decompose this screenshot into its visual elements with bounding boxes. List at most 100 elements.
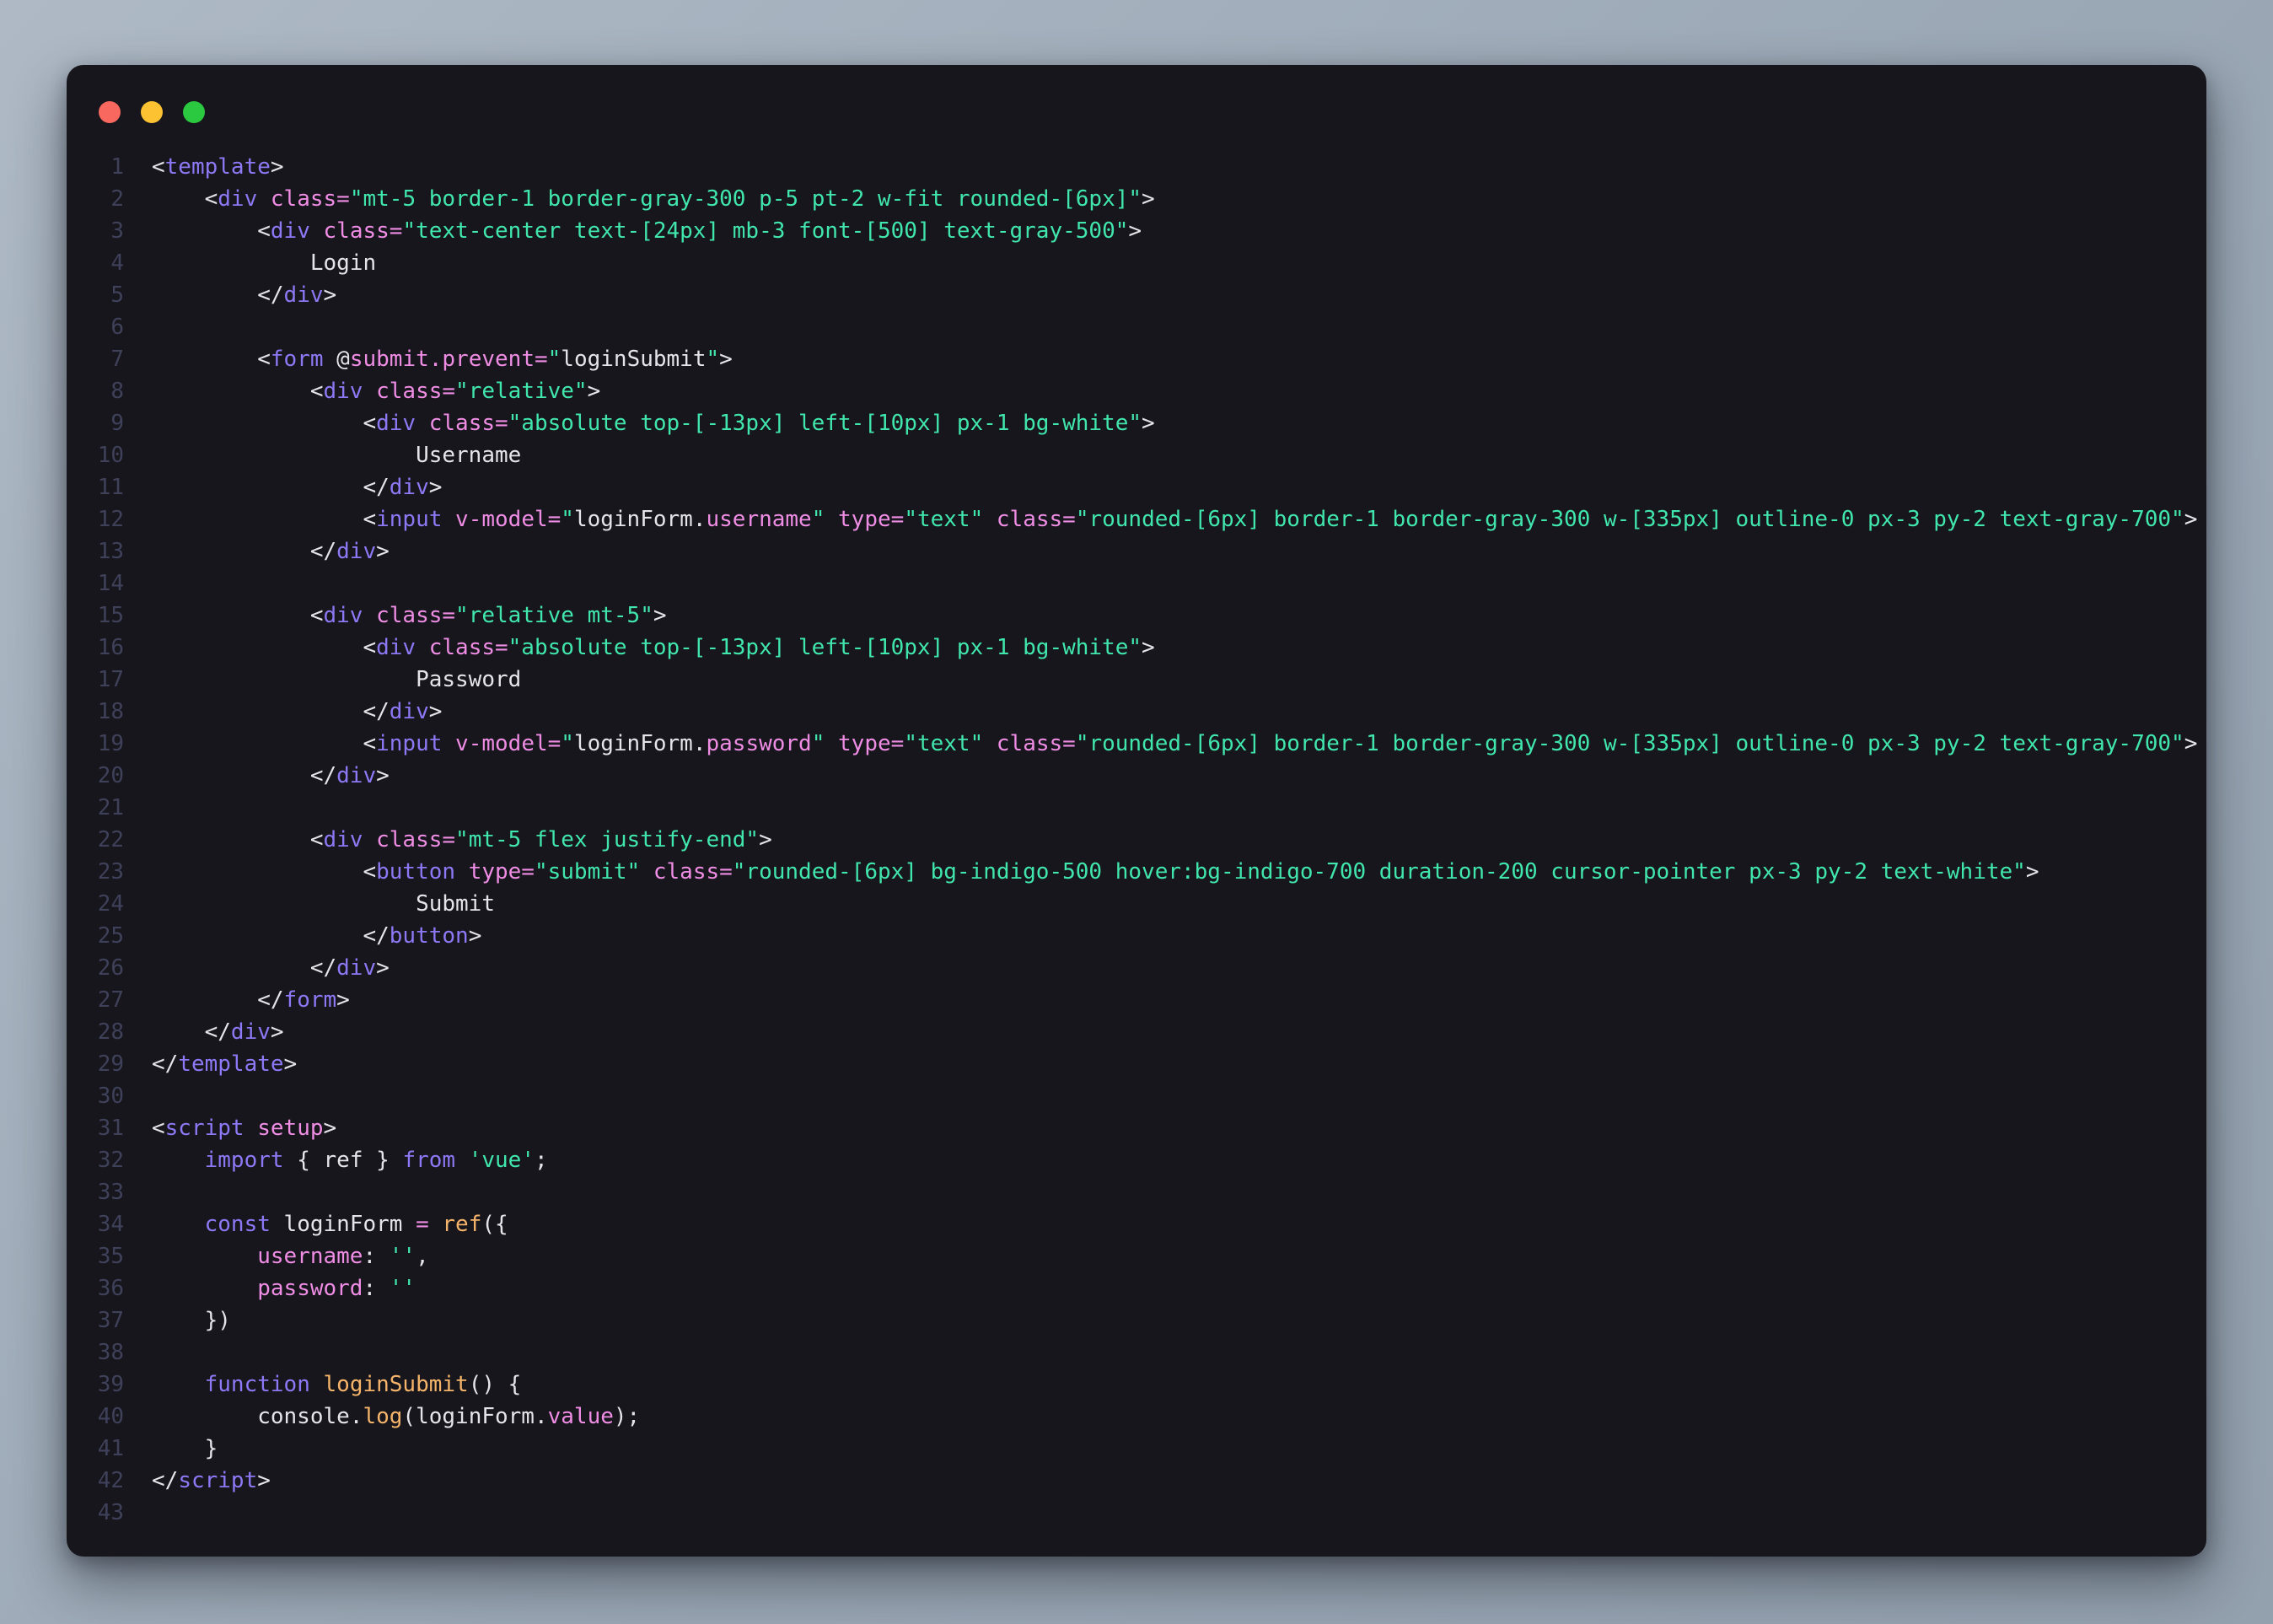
code-token bbox=[455, 859, 469, 885]
code-token: > bbox=[271, 154, 284, 180]
line-number: 24 bbox=[67, 888, 124, 920]
code-token: < bbox=[152, 635, 376, 660]
code-token bbox=[363, 603, 376, 628]
code-token bbox=[363, 827, 376, 852]
code-token: class= bbox=[429, 411, 508, 436]
close-button[interactable] bbox=[99, 101, 121, 123]
code-token: ); bbox=[614, 1404, 640, 1429]
code-line: 43 bbox=[67, 1497, 2206, 1529]
code-editor[interactable]: 1<template>2 <div class="mt-5 border-1 b… bbox=[67, 151, 2206, 1557]
code-token bbox=[429, 1212, 443, 1237]
code-token: input bbox=[376, 731, 442, 756]
code-line: 8 <div class="relative"> bbox=[67, 375, 2206, 407]
code-line: 9 <div class="absolute top-[-13px] left-… bbox=[67, 407, 2206, 439]
code-token: </ bbox=[152, 1468, 178, 1493]
code-token: > bbox=[376, 539, 390, 564]
code-text: <script setup> bbox=[152, 1112, 336, 1144]
code-text: Login bbox=[152, 247, 376, 279]
code-line: 16 <div class="absolute top-[-13px] left… bbox=[67, 632, 2206, 664]
code-text: password: '' bbox=[152, 1272, 416, 1304]
code-token bbox=[416, 635, 429, 660]
code-line: 18 </div> bbox=[67, 696, 2206, 728]
code-token: loginForm. bbox=[574, 731, 707, 756]
line-number: 21 bbox=[67, 792, 124, 824]
code-token: , bbox=[416, 1244, 429, 1269]
code-line: 34 const loginForm = ref({ bbox=[67, 1208, 2206, 1240]
code-token: > bbox=[376, 763, 390, 788]
code-token: }) bbox=[152, 1308, 231, 1333]
code-text: import { ref } from 'vue'; bbox=[152, 1144, 548, 1176]
code-token: "mt-5 flex justify-end" bbox=[455, 827, 759, 852]
code-line: 6 bbox=[67, 311, 2206, 343]
code-token: "rounded-[6px] border-1 border-gray-300 … bbox=[1076, 507, 2184, 532]
code-token: class= bbox=[271, 186, 350, 212]
code-token: loginForm bbox=[271, 1212, 416, 1237]
code-token: v-model= bbox=[455, 731, 561, 756]
code-line: 17 Password bbox=[67, 664, 2206, 696]
line-number: 36 bbox=[67, 1272, 124, 1304]
code-text: </div> bbox=[152, 696, 442, 728]
code-text: <div class="mt-5 border-1 border-gray-30… bbox=[152, 183, 1155, 215]
line-number: 41 bbox=[67, 1433, 124, 1465]
code-token: </ bbox=[152, 475, 390, 500]
code-token: class= bbox=[653, 859, 733, 885]
code-line: 4 Login bbox=[67, 247, 2206, 279]
code-token: div bbox=[336, 955, 376, 981]
code-token: { ref } bbox=[284, 1148, 403, 1173]
editor-window: 1<template>2 <div class="mt-5 border-1 b… bbox=[67, 65, 2206, 1557]
code-token bbox=[442, 507, 455, 532]
code-token: console. bbox=[152, 1404, 363, 1429]
code-line: 35 username: '', bbox=[67, 1240, 2206, 1272]
code-text: </form> bbox=[152, 984, 350, 1016]
code-token bbox=[363, 379, 376, 404]
code-token bbox=[152, 1372, 205, 1397]
code-token: > bbox=[429, 699, 443, 724]
code-token: type= bbox=[838, 507, 904, 532]
code-token: div bbox=[324, 603, 363, 628]
code-token: > bbox=[653, 603, 667, 628]
code-token: (loginForm. bbox=[402, 1404, 547, 1429]
code-token bbox=[152, 1212, 205, 1237]
code-token: v-model= bbox=[455, 507, 561, 532]
code-text: <template> bbox=[152, 151, 284, 183]
code-line: 24 Submit bbox=[67, 888, 2206, 920]
line-number: 7 bbox=[67, 343, 124, 375]
line-number: 27 bbox=[67, 984, 124, 1016]
code-token: > bbox=[1142, 635, 1155, 660]
line-number: 18 bbox=[67, 696, 124, 728]
code-token: > bbox=[336, 987, 350, 1013]
code-token: "rounded-[6px] bg-indigo-500 hover:bg-in… bbox=[733, 859, 2026, 885]
code-token: div bbox=[390, 475, 429, 500]
maximize-button[interactable] bbox=[183, 101, 205, 123]
line-number: 31 bbox=[67, 1112, 124, 1144]
code-token: " bbox=[561, 731, 574, 756]
code-text: Submit bbox=[152, 888, 495, 920]
code-token: </ bbox=[152, 763, 336, 788]
code-token: </ bbox=[152, 699, 390, 724]
code-token: </ bbox=[152, 282, 284, 308]
line-number: 29 bbox=[67, 1048, 124, 1080]
code-token: > bbox=[429, 475, 443, 500]
code-token: div bbox=[324, 827, 363, 852]
code-line: 25 </button> bbox=[67, 920, 2206, 952]
code-token: form bbox=[271, 347, 324, 372]
code-text: <div class="relative mt-5"> bbox=[152, 600, 667, 632]
minimize-button[interactable] bbox=[141, 101, 163, 123]
code-token: "relative mt-5" bbox=[455, 603, 653, 628]
code-text: </div> bbox=[152, 1016, 284, 1048]
line-number: 10 bbox=[67, 439, 124, 471]
code-line: 41 } bbox=[67, 1433, 2206, 1465]
code-line: 15 <div class="relative mt-5"> bbox=[67, 600, 2206, 632]
line-number: 9 bbox=[67, 407, 124, 439]
code-token: script bbox=[178, 1468, 257, 1493]
code-token: div bbox=[336, 539, 376, 564]
line-number: 4 bbox=[67, 247, 124, 279]
code-token bbox=[825, 731, 838, 756]
code-token: 'vue' bbox=[469, 1148, 535, 1173]
code-token: > bbox=[2026, 859, 2039, 885]
code-line: 20 </div> bbox=[67, 760, 2206, 792]
code-token: class= bbox=[376, 379, 455, 404]
code-text: </script> bbox=[152, 1465, 271, 1497]
desktop-background: { "theme": { "page_bg_top": "#aeb9c5", "… bbox=[0, 0, 2273, 1624]
code-line: 30 bbox=[67, 1080, 2206, 1112]
